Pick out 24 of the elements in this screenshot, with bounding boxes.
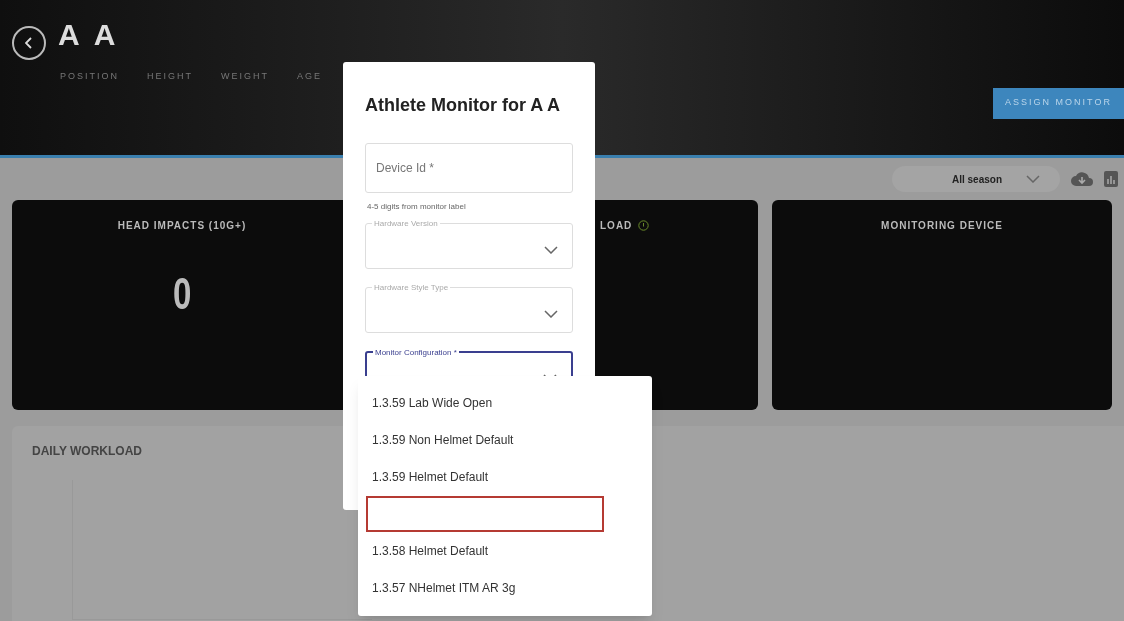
bar-chart-icon[interactable] [1104,171,1118,187]
field-label: Monitor Configuration * [373,347,459,359]
profile-field-label: AGE [297,70,323,83]
dropdown-option[interactable]: 1.3.59 Helmet Default [358,458,652,495]
panel-title: DAILY WORKLOAD [32,443,143,460]
cloud-download-icon[interactable] [1070,171,1094,187]
card-value: 0 [172,268,192,320]
dropdown-option[interactable]: 1.3.58 Helmet Default [358,532,652,569]
field-label: Hardware Style Type [372,282,451,294]
profile-field-label: WEIGHT [221,70,270,83]
dropdown-option[interactable]: 1.3.59 Non Helmet Default [358,421,652,458]
season-select[interactable]: All season [892,166,1060,192]
device-id-field[interactable]: Device Id * [365,143,573,193]
profile-field-label: POSITION [60,70,119,83]
card-title: MONITORING DEVICE [881,219,1003,233]
helper-text: 4-5 digits from monitor label [366,201,467,213]
modal-title: Athlete Monitor for A A [365,94,561,117]
back-button[interactable] [12,26,46,60]
athlete-name: A A [58,20,121,50]
dropdown-option[interactable]: 1.3.57 NHelmet ITM AR 3g [358,569,652,606]
card-title: HEAD IMPACTS (10G+) [117,219,247,233]
chevron-left-icon [25,37,33,49]
profile-field-label: HEIGHT [147,70,194,83]
card-title: LOAD [600,219,633,233]
